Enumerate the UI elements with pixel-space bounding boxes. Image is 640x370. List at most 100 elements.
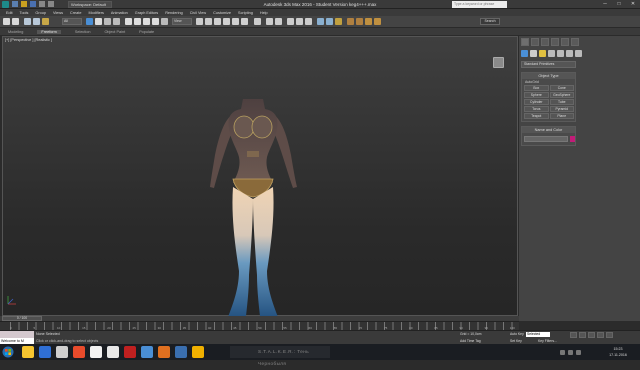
rotate-icon[interactable] bbox=[134, 18, 141, 25]
auto-key-button[interactable]: Auto Key bbox=[510, 332, 524, 336]
tube-button[interactable]: Tube bbox=[549, 99, 574, 105]
move-icon[interactable] bbox=[125, 18, 132, 25]
utilities-tab-icon[interactable] bbox=[571, 38, 579, 46]
menu-item-modifiers[interactable]: Modifiers bbox=[88, 11, 103, 15]
taskbar-app-icon[interactable] bbox=[22, 346, 34, 358]
cameras-icon[interactable] bbox=[548, 50, 555, 57]
viewport-label[interactable]: [+] [Perspective ] [Realistic ] bbox=[5, 38, 52, 42]
ribbon-tab-freeform[interactable]: Freeform bbox=[37, 29, 61, 34]
taskbar-app-icon[interactable] bbox=[158, 346, 170, 358]
menu-item-scripting[interactable]: Scripting bbox=[238, 11, 253, 15]
autogrid-checkbox[interactable]: AutoGrid bbox=[525, 80, 539, 84]
key-set-dropdown[interactable]: Selected bbox=[526, 332, 550, 337]
scale-icon[interactable] bbox=[143, 18, 150, 25]
create-tab-icon[interactable] bbox=[521, 38, 529, 46]
menu-item-animation[interactable]: Animation bbox=[111, 11, 128, 15]
menu-item-tools[interactable]: Tools bbox=[20, 11, 29, 15]
taskbar-app-icon[interactable] bbox=[124, 346, 136, 358]
previous-frame-icon[interactable] bbox=[579, 332, 586, 338]
sphere-button[interactable]: Sphere bbox=[524, 92, 549, 98]
taskbar-app-icon[interactable] bbox=[192, 346, 204, 358]
go-to-start-icon[interactable] bbox=[570, 332, 577, 338]
search-input[interactable]: Type a keyword or phrase bbox=[452, 1, 507, 8]
render-iterative-icon[interactable] bbox=[374, 18, 381, 25]
maxscript-listener[interactable] bbox=[0, 331, 34, 338]
menu-item-graph-editors[interactable]: Graph Editors bbox=[135, 11, 158, 15]
workspace-selector[interactable]: Workspace: Default bbox=[68, 1, 112, 8]
language-icon[interactable] bbox=[576, 349, 581, 355]
percent-snap-icon[interactable] bbox=[232, 18, 239, 25]
viewcube-icon[interactable] bbox=[493, 57, 504, 68]
helpers-icon[interactable] bbox=[557, 50, 564, 57]
box-button[interactable]: Box bbox=[524, 85, 549, 91]
reference-coordinate-dropdown[interactable]: View bbox=[172, 18, 192, 25]
character-model[interactable] bbox=[183, 95, 323, 335]
pyramid-button[interactable]: Pyramid bbox=[549, 106, 574, 112]
taskbar-app-icon[interactable] bbox=[175, 346, 187, 358]
close-button[interactable]: ✕ bbox=[628, 1, 638, 8]
ribbon-tab-selection[interactable]: Selection bbox=[75, 30, 91, 34]
select-object-icon[interactable] bbox=[86, 18, 93, 25]
play-icon[interactable] bbox=[588, 332, 595, 338]
ribbon-tab-modeling[interactable]: Modeling bbox=[8, 30, 23, 34]
next-frame-icon[interactable] bbox=[597, 332, 604, 338]
bind-space-warp-icon[interactable] bbox=[42, 18, 49, 25]
menu-item-views[interactable]: Views bbox=[53, 11, 63, 15]
geosphere-button[interactable]: GeoSphere bbox=[549, 92, 574, 98]
hierarchy-tab-icon[interactable] bbox=[541, 38, 549, 46]
ribbon-toggle-icon[interactable] bbox=[305, 18, 312, 25]
taskbar-clock[interactable]: 15:23 17.11.2016 bbox=[600, 346, 636, 358]
add-time-tag[interactable]: Add Time Tag bbox=[460, 339, 481, 343]
maximize-button[interactable]: □ bbox=[614, 1, 624, 8]
network-icon[interactable] bbox=[560, 349, 565, 355]
object-color-swatch[interactable] bbox=[570, 136, 575, 142]
modify-tab-icon[interactable] bbox=[531, 38, 539, 46]
render-production-icon[interactable] bbox=[365, 18, 372, 25]
menu-item-customize[interactable]: Customize bbox=[213, 11, 231, 15]
cylinder-button[interactable]: Cylinder bbox=[524, 99, 549, 105]
display-tab-icon[interactable] bbox=[561, 38, 569, 46]
named-selection-icon[interactable] bbox=[254, 18, 261, 25]
perspective-viewport[interactable]: [+] [Perspective ] [Realistic ] bbox=[2, 36, 518, 325]
save-file-icon[interactable] bbox=[30, 1, 36, 7]
mirror-icon[interactable] bbox=[266, 18, 273, 25]
minimize-button[interactable]: ─ bbox=[600, 1, 610, 8]
motion-tab-icon[interactable] bbox=[551, 38, 559, 46]
redo-icon[interactable] bbox=[48, 1, 54, 7]
primitive-category-dropdown[interactable]: Standard Primitives bbox=[521, 61, 576, 68]
scene-explorer-icon[interactable] bbox=[296, 18, 303, 25]
teapot-button[interactable]: Teapot bbox=[524, 113, 549, 119]
menu-item-edit[interactable]: Edit bbox=[6, 11, 13, 15]
menu-item-civil-view[interactable]: Civil View bbox=[190, 11, 206, 15]
geometry-icon[interactable] bbox=[521, 50, 528, 57]
track-bar[interactable]: 0 5 10 15 20 25 30 35 40 45 50 55 60 65 70 75 80 85 90 95 10… bbox=[0, 321, 519, 331]
new-file-icon[interactable] bbox=[12, 1, 18, 7]
align-icon[interactable] bbox=[275, 18, 282, 25]
open-file-icon[interactable] bbox=[21, 1, 27, 7]
taskbar-app-icon[interactable] bbox=[90, 346, 102, 358]
go-to-end-icon[interactable] bbox=[606, 332, 613, 338]
link-icon[interactable] bbox=[24, 18, 31, 25]
shapes-icon[interactable] bbox=[530, 50, 537, 57]
search-button[interactable]: Search bbox=[480, 18, 500, 25]
schematic-view-icon[interactable] bbox=[326, 18, 333, 25]
taskbar-app-icon[interactable] bbox=[56, 346, 68, 358]
menu-item-group[interactable]: Group bbox=[35, 11, 46, 15]
rendered-frame-window-icon[interactable] bbox=[356, 18, 363, 25]
ribbon-tab-object-paint[interactable]: Object Paint bbox=[104, 30, 125, 34]
menu-item-create[interactable]: Create bbox=[70, 11, 81, 15]
menu-item-rendering[interactable]: Rendering bbox=[165, 11, 183, 15]
window-crossing-icon[interactable] bbox=[113, 18, 120, 25]
taskbar-app-icon[interactable] bbox=[141, 346, 153, 358]
redo-icon[interactable] bbox=[12, 18, 19, 25]
lights-icon[interactable] bbox=[539, 50, 546, 57]
select-by-name-icon[interactable] bbox=[95, 18, 102, 25]
key-filters-button[interactable]: Key Filters... bbox=[538, 339, 557, 343]
systems-icon[interactable] bbox=[575, 50, 582, 57]
manipulate-icon[interactable] bbox=[196, 18, 203, 25]
place-icon[interactable] bbox=[152, 18, 159, 25]
render-setup-icon[interactable] bbox=[347, 18, 354, 25]
app-icon[interactable] bbox=[2, 1, 9, 8]
material-editor-icon[interactable] bbox=[335, 18, 342, 25]
menu-item-help[interactable]: Help bbox=[260, 11, 268, 15]
